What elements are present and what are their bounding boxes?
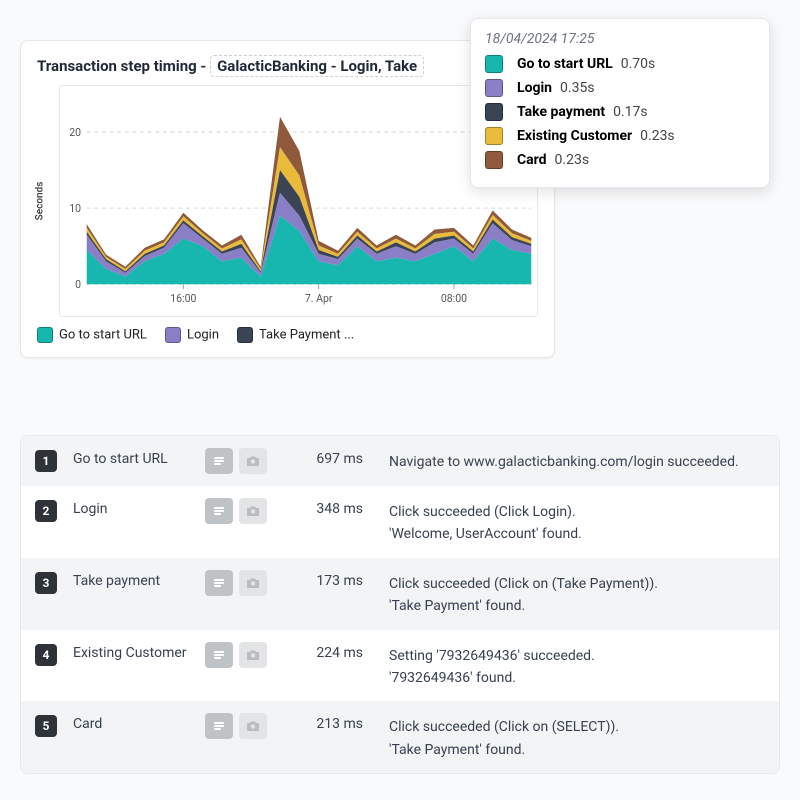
chart-legend: Go to start URL Login Take Payment ... bbox=[37, 327, 538, 343]
tooltip-series-value: 0.70s bbox=[621, 56, 656, 72]
step-number-badge: 5 bbox=[35, 715, 57, 737]
step-number-badge: 4 bbox=[35, 644, 57, 666]
step-description: Setting '7932649436' succeeded.'79326494… bbox=[367, 642, 765, 690]
step-number-badge: 1 bbox=[35, 450, 57, 472]
step-name: Take payment bbox=[61, 570, 201, 589]
legend-swatch bbox=[37, 327, 53, 343]
tooltip-series-value: 0.17s bbox=[613, 104, 648, 120]
step-duration: 224 ms bbox=[271, 642, 363, 661]
step-name: Existing Customer bbox=[61, 642, 201, 661]
legend-item[interactable]: Take Payment ... bbox=[237, 327, 354, 343]
step-actions bbox=[205, 570, 267, 596]
legend-item[interactable]: Go to start URL bbox=[37, 327, 147, 343]
step-number-badge: 3 bbox=[35, 572, 57, 594]
log-icon[interactable] bbox=[205, 570, 233, 596]
step-row: 3 Take payment 173 ms Click succeeded (C… bbox=[21, 558, 779, 630]
step-actions bbox=[205, 642, 267, 668]
log-icon[interactable] bbox=[205, 448, 233, 474]
chart-tooltip: 18/04/2024 17:25 Go to start URL 0.70s L… bbox=[470, 18, 770, 188]
x-tick-label: 7. Apr bbox=[305, 292, 333, 305]
tooltip-swatch bbox=[485, 79, 503, 97]
step-duration: 173 ms bbox=[271, 570, 363, 589]
legend-label: Take Payment ... bbox=[259, 327, 354, 342]
chart-plot-area[interactable]: Seconds 0102016:007. Apr08:00 bbox=[59, 85, 538, 317]
tooltip-series-value: 0.23s bbox=[555, 152, 590, 168]
step-row: 1 Go to start URL 697 ms Navigate to www… bbox=[21, 436, 779, 486]
legend-label: Login bbox=[187, 327, 219, 342]
svg-text:20: 20 bbox=[69, 126, 81, 139]
tooltip-series-name: Login bbox=[517, 80, 552, 96]
step-name: Card bbox=[61, 713, 201, 732]
x-tick-label: 08:00 bbox=[441, 292, 467, 305]
legend-item[interactable]: Login bbox=[165, 327, 219, 343]
tooltip-swatch bbox=[485, 151, 503, 169]
tooltip-row: Go to start URL 0.70s bbox=[485, 55, 755, 73]
log-icon[interactable] bbox=[205, 498, 233, 524]
x-tick-label: 16:00 bbox=[170, 292, 196, 305]
step-name: Go to start URL bbox=[61, 448, 201, 467]
tooltip-series-name: Take payment bbox=[517, 104, 605, 120]
tooltip-row: Take payment 0.17s bbox=[485, 103, 755, 121]
step-row: 2 Login 348 ms Click succeeded (Click Lo… bbox=[21, 486, 779, 558]
tooltip-row: Existing Customer 0.23s bbox=[485, 127, 755, 145]
tooltip-series-value: 0.23s bbox=[640, 128, 675, 144]
chart-title-chip[interactable]: GalacticBanking - Login, Take bbox=[210, 55, 424, 77]
tooltip-series-name: Go to start URL bbox=[517, 56, 613, 72]
step-actions bbox=[205, 713, 267, 739]
svg-text:0: 0 bbox=[75, 278, 81, 291]
camera-icon[interactable] bbox=[239, 570, 267, 596]
log-icon[interactable] bbox=[205, 642, 233, 668]
tooltip-series-name: Card bbox=[517, 152, 547, 168]
svg-text:10: 10 bbox=[69, 202, 81, 215]
legend-swatch bbox=[165, 327, 181, 343]
tooltip-swatch bbox=[485, 103, 503, 121]
tooltip-swatch bbox=[485, 127, 503, 145]
y-axis-label: Seconds bbox=[35, 182, 46, 221]
legend-label: Go to start URL bbox=[59, 327, 147, 342]
camera-icon[interactable] bbox=[239, 713, 267, 739]
step-actions bbox=[205, 448, 267, 474]
log-icon[interactable] bbox=[205, 713, 233, 739]
chart-title-prefix: Transaction step timing - bbox=[37, 57, 210, 75]
step-description: Click succeeded (Click on (Take Payment)… bbox=[367, 570, 765, 618]
camera-icon[interactable] bbox=[239, 498, 267, 524]
step-description: Click succeeded (Click Login).'Welcome, … bbox=[367, 498, 765, 546]
step-actions bbox=[205, 498, 267, 524]
tooltip-row: Login 0.35s bbox=[485, 79, 755, 97]
step-duration: 697 ms bbox=[271, 448, 363, 467]
steps-table: 1 Go to start URL 697 ms Navigate to www… bbox=[20, 435, 780, 774]
tooltip-time: 18/04/2024 17:25 bbox=[485, 31, 755, 47]
step-duration: 348 ms bbox=[271, 498, 363, 517]
tooltip-series-value: 0.35s bbox=[560, 80, 595, 96]
step-number-badge: 2 bbox=[35, 500, 57, 522]
tooltip-row: Card 0.23s bbox=[485, 151, 755, 169]
tooltip-swatch bbox=[485, 55, 503, 73]
step-row: 5 Card 213 ms Click succeeded (Click on … bbox=[21, 701, 779, 773]
chart-title: Transaction step timing - GalacticBankin… bbox=[37, 55, 538, 77]
camera-icon[interactable] bbox=[239, 448, 267, 474]
step-description: Click succeeded (Click on (SELECT)).'Tak… bbox=[367, 713, 765, 761]
tooltip-series-name: Existing Customer bbox=[517, 128, 632, 144]
area-chart[interactable]: 0 10 20 16:00 7. Apr 08:00 bbox=[60, 86, 537, 316]
step-description: Navigate to www.galacticbanking.com/logi… bbox=[367, 448, 765, 473]
step-row: 4 Existing Customer 224 ms Setting '7932… bbox=[21, 630, 779, 702]
step-name: Login bbox=[61, 498, 201, 517]
camera-icon[interactable] bbox=[239, 642, 267, 668]
legend-swatch bbox=[237, 327, 253, 343]
step-duration: 213 ms bbox=[271, 713, 363, 732]
